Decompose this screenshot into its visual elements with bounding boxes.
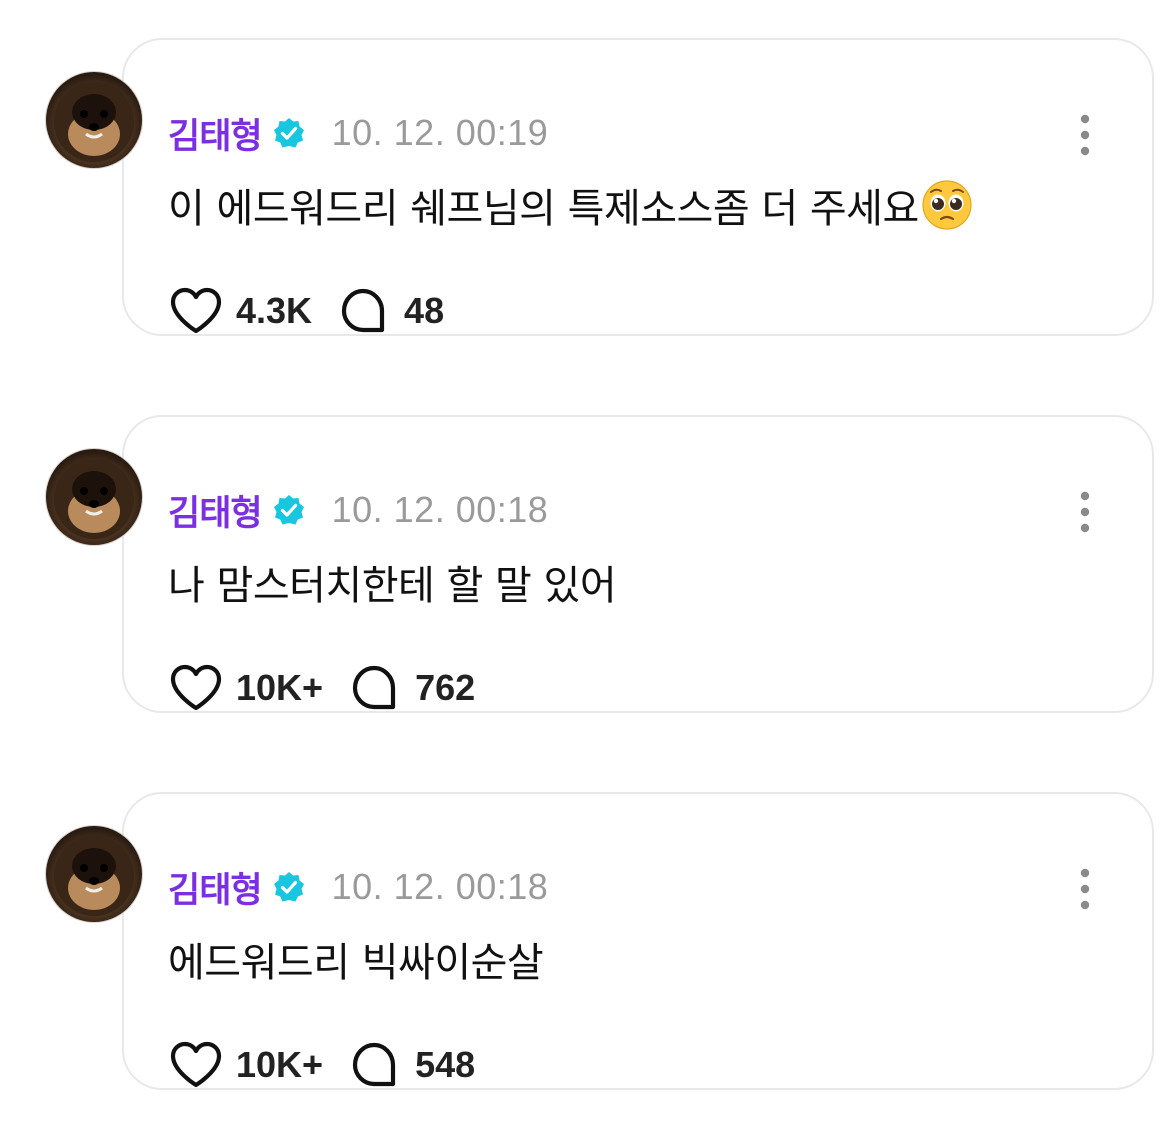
comment-count: 548: [415, 1044, 476, 1085]
dog-avatar-image: [54, 82, 134, 162]
comment-bubble-icon[interactable]: [347, 1040, 403, 1090]
like-heart-icon[interactable]: [168, 286, 224, 336]
comment-count: 48: [404, 290, 445, 331]
more-options-icon[interactable]: [1070, 112, 1100, 158]
verified-badge-icon: [273, 495, 304, 525]
post-text-content: 나 맘스터치한테 할 말 있어: [168, 563, 617, 609]
post-text-content: 이 에드워드리 쉐프님의 특제소스좀 더 주세요: [168, 186, 919, 232]
avatar[interactable]: [46, 449, 142, 545]
more-options-icon[interactable]: [1070, 489, 1100, 535]
post-item[interactable]: 김태형 10. 12. 00:18 에드워드리 빅싸이순살 10K+ 548: [0, 792, 1176, 1092]
like-count: 10K+: [236, 1044, 324, 1085]
timestamp: 10. 12. 00:19: [331, 112, 549, 153]
dog-avatar-image: [54, 459, 134, 539]
like-heart-icon[interactable]: [168, 1040, 224, 1090]
more-options-icon[interactable]: [1070, 866, 1100, 912]
comment-count: 762: [415, 667, 476, 708]
post-text: 이 에드워드리 쉐프님의 특제소스좀 더 주세요: [168, 176, 973, 234]
post-item[interactable]: 김태형 10. 12. 00:18 나 맘스터치한테 할 말 있어 10K+ 7…: [0, 415, 1176, 715]
timestamp: 10. 12. 00:18: [331, 866, 549, 907]
dog-avatar-image: [54, 836, 134, 916]
post-text: 에드워드리 빅싸이순살: [168, 930, 544, 988]
post-text: 나 맘스터치한테 할 말 있어: [168, 553, 617, 611]
username[interactable]: 김태형: [168, 108, 263, 159]
pleading-face-emoji: [922, 180, 972, 230]
like-count: 4.3K: [236, 290, 313, 331]
verified-badge-icon: [273, 118, 304, 148]
comment-bubble-icon[interactable]: [336, 286, 392, 336]
avatar[interactable]: [46, 826, 142, 922]
verified-badge-icon: [273, 872, 304, 902]
username[interactable]: 김태형: [168, 485, 263, 536]
post-text-content: 에드워드리 빅싸이순살: [168, 940, 544, 986]
like-count: 10K+: [236, 667, 324, 708]
username[interactable]: 김태형: [168, 862, 263, 913]
avatar[interactable]: [46, 72, 142, 168]
like-heart-icon[interactable]: [168, 663, 224, 713]
comment-bubble-icon[interactable]: [347, 663, 403, 713]
post-item[interactable]: 김태형 10. 12. 00:19 이 에드워드리 쉐프님의 특제소스좀 더 주…: [0, 38, 1176, 338]
timestamp: 10. 12. 00:18: [331, 489, 549, 530]
